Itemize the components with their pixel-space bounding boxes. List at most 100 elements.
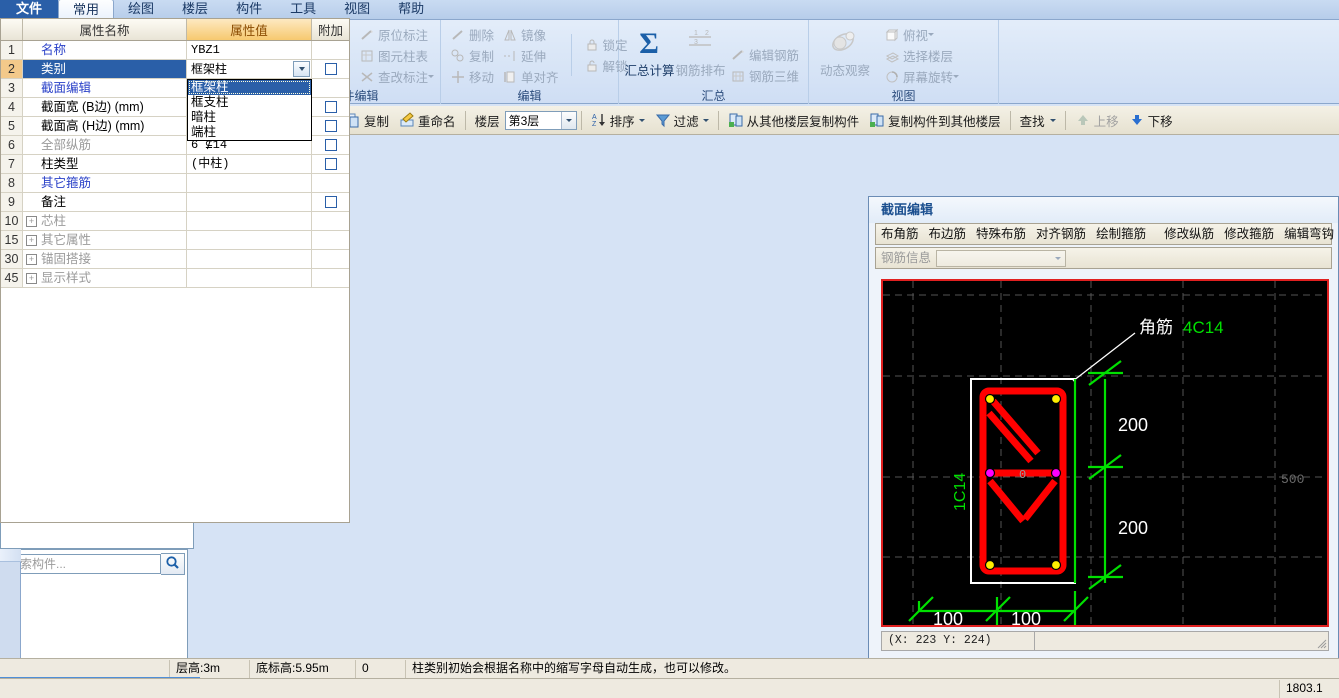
property-row-attach-cell bbox=[312, 60, 349, 78]
property-row-value[interactable] bbox=[187, 250, 312, 268]
grid-label-500: 500 bbox=[1281, 472, 1304, 487]
tab-help[interactable]: 帮助 bbox=[384, 0, 438, 19]
property-row-value[interactable] bbox=[187, 231, 312, 249]
property-row-name: 截面宽 (B边) (mm) bbox=[23, 98, 187, 116]
status-blank bbox=[0, 659, 170, 678]
header-value[interactable]: 属性值 bbox=[187, 19, 312, 40]
property-row-index: 45 bbox=[1, 269, 23, 287]
property-row[interactable]: 9 备注 bbox=[1, 193, 349, 212]
property-row-value[interactable]: YBZ1 bbox=[187, 41, 312, 59]
tab-common[interactable]: 常用 bbox=[58, 0, 115, 20]
edit-hook-button[interactable]: 编辑弯钩 bbox=[1279, 224, 1339, 244]
rebar-dot-side[interactable] bbox=[1050, 467, 1062, 479]
attach-checkbox[interactable] bbox=[324, 139, 337, 151]
tab-draw[interactable]: 绘图 bbox=[114, 0, 168, 19]
property-row-name: + 其它属性 bbox=[23, 231, 187, 249]
property-row-attach-cell bbox=[312, 212, 349, 230]
chevron-down-icon[interactable] bbox=[293, 61, 310, 77]
expand-node-icon[interactable]: + bbox=[26, 254, 37, 266]
category-dropdown-option[interactable]: 端柱 bbox=[188, 125, 311, 140]
section-drawing[interactable]: 500 0 角筋 4C14 1C14 200 200 100 100 bbox=[883, 281, 1327, 625]
attach-checkbox[interactable] bbox=[324, 196, 337, 208]
property-row-value[interactable]: 框架柱 bbox=[187, 60, 312, 78]
property-row-value[interactable] bbox=[187, 269, 312, 287]
property-row-attach-cell bbox=[312, 117, 349, 135]
tab-view[interactable]: 视图 bbox=[330, 0, 384, 19]
resize-grip-icon[interactable] bbox=[1315, 637, 1327, 649]
tab-component[interactable]: 构件 bbox=[222, 0, 276, 19]
section-canvas[interactable]: 500 0 角筋 4C14 1C14 200 200 100 100 bbox=[881, 279, 1329, 627]
attach-checkbox[interactable] bbox=[324, 158, 337, 170]
rebar-info-label: 钢筋信息 bbox=[881, 251, 932, 265]
origin-label: 0 bbox=[1019, 468, 1026, 482]
tab-file[interactable]: 文件 bbox=[0, 0, 59, 19]
attach-checkbox[interactable] bbox=[324, 63, 337, 75]
property-row[interactable]: 45 + 显示样式 bbox=[1, 269, 349, 288]
status-hint: 柱类别初始会根据名称中的缩写字母自动生成，也可以修改。 bbox=[412, 661, 737, 675]
header-name[interactable]: 属性名称 bbox=[23, 19, 187, 40]
property-row[interactable]: 30 + 锚固搭接 bbox=[1, 250, 349, 269]
property-row-name: 柱类型 bbox=[23, 155, 187, 173]
property-row-value[interactable] bbox=[187, 212, 312, 230]
side-rebar-value: 1C14 bbox=[952, 473, 969, 511]
attach-checkbox[interactable] bbox=[324, 120, 337, 132]
property-row[interactable]: 7 柱类型 (中柱) bbox=[1, 155, 349, 174]
property-row[interactable]: 8 其它箍筋 bbox=[1, 174, 349, 193]
modify-longitudinal-rebar-button[interactable]: 修改纵筋 bbox=[1159, 224, 1219, 244]
draw-stirrup-button[interactable]: 绘制箍筋 bbox=[1091, 224, 1151, 244]
rebar-dot-corner[interactable] bbox=[984, 393, 996, 405]
rebar-dot-corner[interactable] bbox=[1050, 559, 1062, 571]
coordinate-readout: (X: 223 Y: 224) bbox=[881, 631, 1035, 651]
property-row-index: 3 bbox=[1, 79, 23, 97]
property-row[interactable]: 2 类别 框架柱 bbox=[1, 60, 349, 79]
modify-stirrup-button[interactable]: 修改箍筋 bbox=[1219, 224, 1279, 244]
status-bar-secondary: 1803.1 bbox=[0, 678, 1339, 698]
rebar-dot-side[interactable] bbox=[984, 467, 996, 479]
tab-tools[interactable]: 工具 bbox=[276, 0, 330, 19]
header-attach[interactable]: 附加 bbox=[312, 19, 349, 40]
expand-node-icon[interactable]: + bbox=[26, 216, 37, 228]
category-dropdown-option[interactable]: 框架柱 bbox=[188, 80, 311, 95]
status-zero: 0 bbox=[356, 659, 406, 678]
expand-node-icon[interactable]: + bbox=[26, 235, 37, 247]
property-row-name: + 锚固搭接 bbox=[23, 250, 187, 268]
category-dropdown-option[interactable]: 暗柱 bbox=[188, 110, 311, 125]
property-row-name: 截面高 (H边) (mm) bbox=[23, 117, 187, 135]
ribbon-tabstrip: 文件 常用 绘图 楼层 构件 工具 视图 帮助 bbox=[0, 0, 1339, 20]
property-row-index: 10 bbox=[1, 212, 23, 230]
property-row-attach-cell bbox=[312, 231, 349, 249]
property-row-value[interactable] bbox=[187, 193, 312, 211]
special-rebar-button[interactable]: 特殊布筋 bbox=[971, 224, 1031, 244]
property-row-name: 截面编辑 bbox=[23, 79, 187, 97]
chevron-down-icon[interactable] bbox=[1050, 251, 1065, 266]
property-row-attach-cell bbox=[312, 98, 349, 116]
dimension-right-top: 200 bbox=[1118, 415, 1148, 435]
expand-node-icon[interactable]: + bbox=[26, 273, 37, 285]
corner-rebar-button[interactable]: 布角筋 bbox=[876, 224, 924, 244]
property-row-attach-cell bbox=[312, 136, 349, 154]
property-row-value[interactable] bbox=[187, 174, 312, 192]
rebar-dot-corner[interactable] bbox=[984, 559, 996, 571]
dialog-toolbar: 布角筋 布边筋 特殊布筋 对齐钢筋 绘制箍筋 修改纵筋 修改箍筋 编辑弯钩 »▼ bbox=[875, 223, 1334, 245]
property-table-header: 属性名称 属性值 附加 bbox=[1, 19, 349, 41]
property-row-attach-cell bbox=[312, 250, 349, 268]
rebar-info-select[interactable] bbox=[936, 249, 1067, 267]
align-rebar-button[interactable]: 对齐钢筋 bbox=[1031, 224, 1091, 244]
category-dropdown-option[interactable]: 框支柱 bbox=[188, 95, 311, 110]
property-row[interactable]: 15 + 其它属性 bbox=[1, 231, 349, 250]
side-rebar-button[interactable]: 布边筋 bbox=[924, 224, 972, 244]
property-row-value[interactable]: (中柱) bbox=[187, 155, 312, 173]
property-row-attach-cell bbox=[312, 41, 349, 59]
tab-floor[interactable]: 楼层 bbox=[168, 0, 222, 19]
property-row[interactable]: 1 名称 YBZ1 bbox=[1, 41, 349, 60]
property-row-index: 2 bbox=[1, 60, 23, 78]
property-row-name: 名称 bbox=[23, 41, 187, 59]
property-row[interactable]: 10 + 芯柱 bbox=[1, 212, 349, 231]
dimension-bottom-left: 100 bbox=[933, 609, 963, 625]
coordinate-bar: (X: 223 Y: 224) bbox=[881, 631, 1329, 651]
property-row-index: 1 bbox=[1, 41, 23, 59]
attach-checkbox[interactable] bbox=[324, 101, 337, 113]
category-dropdown-list[interactable]: 框架柱 框支柱 暗柱 端柱 bbox=[187, 79, 312, 141]
status-floor-height: 层高:3m bbox=[170, 659, 250, 678]
rebar-dot-corner[interactable] bbox=[1050, 393, 1062, 405]
